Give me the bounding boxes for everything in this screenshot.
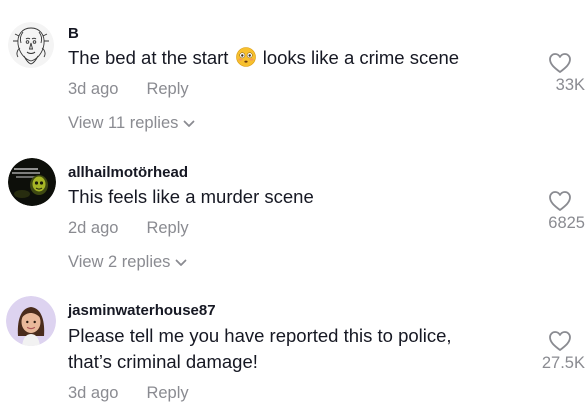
comment-text: The bed at the start looks like a crime … (68, 45, 459, 71)
view-replies-button[interactable]: View 2 replies (68, 253, 187, 272)
comment-time: 2d ago (68, 219, 119, 237)
view-replies-button[interactable]: View 11 replies (68, 114, 195, 133)
comment-time: 3d ago (68, 384, 119, 402)
view-replies-label: View 11 replies (68, 114, 179, 132)
comment-username[interactable]: jasminwaterhouse87 (68, 302, 216, 319)
flushed-face-emoji-icon (235, 47, 256, 67)
view-replies-label: View 2 replies (68, 253, 171, 271)
heart-outline-icon (549, 331, 571, 351)
comment-text: This feels like a murder scene (68, 186, 314, 207)
comment-meta: 3d ago Reply (68, 80, 189, 99)
reply-button[interactable]: Reply (146, 80, 188, 98)
heart-outline-icon (549, 191, 571, 211)
like-button[interactable]: 33K (535, 52, 585, 95)
heart-outline-icon (549, 53, 571, 73)
dark-photo-avatar-icon (8, 158, 56, 206)
comment-username[interactable]: allhailmotörhead (68, 164, 188, 181)
like-button[interactable]: 6825 (535, 190, 585, 233)
avatar[interactable] (6, 296, 56, 346)
like-count: 6825 (548, 214, 585, 232)
comment-text-part: The bed at the start (68, 47, 229, 68)
reply-button[interactable]: Reply (146, 384, 188, 402)
lion-sketch-avatar-icon (8, 22, 54, 68)
avatar[interactable] (8, 22, 54, 68)
comment-text-line: Please tell me you have reported this to… (68, 325, 452, 346)
comment-username[interactable]: B (68, 25, 79, 42)
comment-text-line: that’s criminal damage! (68, 351, 258, 372)
comment-meta: 3d ago Reply (68, 384, 189, 403)
comment-time: 3d ago (68, 80, 119, 98)
comment-meta: 2d ago Reply (68, 219, 189, 238)
avatar[interactable] (8, 158, 56, 206)
like-button[interactable]: 27.5K (535, 330, 585, 373)
reply-button[interactable]: Reply (146, 219, 188, 237)
like-count: 33K (555, 76, 585, 94)
comment-text-part: looks like a crime scene (262, 47, 460, 68)
like-count: 27.5K (541, 354, 585, 372)
chevron-down-icon (176, 259, 187, 266)
memoji-avatar-icon (6, 296, 56, 346)
chevron-down-icon (183, 120, 195, 127)
